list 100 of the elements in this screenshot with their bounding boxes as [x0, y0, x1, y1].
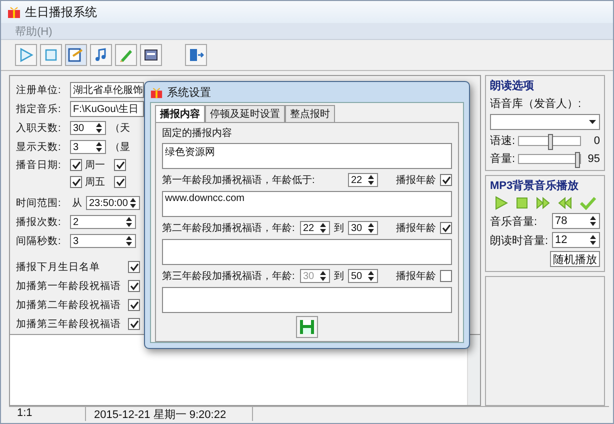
option-label: 加播第一年龄段祝福语 — [16, 280, 121, 293]
save-button[interactable] — [296, 316, 318, 338]
play-icon — [18, 47, 34, 63]
slider-label: 音量: — [490, 152, 516, 166]
option-label: 加播第三年龄段祝福语 — [16, 318, 121, 331]
from-label: 从 — [72, 196, 82, 210]
gift-icon — [7, 5, 21, 19]
card-icon — [143, 47, 159, 63]
spin-field[interactable]: 78 — [552, 213, 600, 229]
group-title: MP3背景音乐播放 — [490, 178, 580, 193]
stop-icon[interactable] — [516, 197, 528, 209]
spin-arrows-icon[interactable] — [125, 235, 133, 247]
text-area[interactable]: 绿色资源网 — [162, 143, 452, 169]
text-field[interactable]: F:\KuGou\生日 — [70, 101, 144, 117]
tab[interactable]: 停顿及延时设置 — [205, 105, 285, 122]
door-arrow-icon — [188, 47, 204, 63]
spin-field[interactable]: 22 — [300, 221, 330, 235]
spin-field[interactable]: 2 — [70, 215, 136, 229]
spin-field[interactable]: 50 — [348, 269, 378, 283]
spin-arrows-icon[interactable] — [367, 222, 375, 234]
spin-arrows-icon[interactable] — [589, 215, 597, 227]
group-title: 朗读选项 — [490, 78, 535, 93]
checkbox[interactable] — [440, 222, 452, 234]
field-label: 语音库（发音人）: — [490, 96, 582, 111]
slider-label: 语速: — [490, 134, 516, 148]
checkbox[interactable] — [70, 159, 82, 171]
spin-field[interactable]: 12 — [552, 232, 600, 248]
spin-arrows-icon[interactable] — [125, 216, 133, 228]
tab[interactable]: 整点报时 — [285, 105, 335, 122]
mode-dropdown[interactable]: 随机播放 — [550, 251, 600, 267]
checkbox-label: 播报年龄 — [396, 174, 436, 187]
spin-arrows-icon[interactable] — [589, 234, 597, 246]
field-label: 指定音乐: — [16, 102, 62, 116]
dialog-title: 系统设置 — [167, 86, 211, 100]
checkbox[interactable] — [440, 270, 452, 282]
stop-icon — [43, 47, 59, 63]
play-icon[interactable] — [494, 196, 508, 210]
section-label: 固定的播报内容 — [162, 126, 233, 140]
field-label: 显示天数: — [16, 141, 62, 154]
spin-arrows-icon[interactable] — [319, 222, 327, 234]
spin-field[interactable]: 30 — [70, 121, 106, 135]
field-label: 时间范围: — [16, 196, 62, 210]
rewind-icon[interactable] — [558, 196, 572, 210]
checkbox-label: 播报年龄 — [396, 270, 436, 283]
spin-field[interactable]: 3 — [70, 140, 106, 154]
checkbox[interactable] — [128, 261, 140, 273]
spin-field[interactable]: 3 — [70, 234, 136, 248]
gift-icon — [150, 86, 163, 98]
checkmark-icon[interactable] — [580, 196, 596, 210]
option-label: 播报下月生日名单 — [16, 260, 100, 274]
edit-button[interactable] — [65, 44, 87, 66]
card-button[interactable] — [140, 44, 162, 66]
checkbox[interactable] — [114, 159, 126, 171]
checkbox[interactable] — [70, 176, 82, 188]
hint-text: （显 — [110, 141, 130, 154]
field-label: 音乐音量: — [490, 214, 538, 228]
to-label: 到 — [334, 270, 344, 283]
music-note-icon — [93, 47, 109, 63]
stop-button[interactable] — [40, 44, 62, 66]
music-button[interactable] — [90, 44, 112, 66]
edit-icon — [68, 47, 84, 63]
field-label: 间隔秒数: — [16, 234, 62, 248]
spin-arrows-icon[interactable] — [95, 141, 103, 153]
spin-arrows-icon[interactable] — [367, 270, 375, 282]
slider-thumb[interactable] — [574, 152, 580, 168]
day-label: 周一 — [85, 159, 105, 172]
field-label: 第一年龄段加播祝福语，年龄低于: — [162, 174, 316, 187]
caret-icon — [589, 120, 596, 124]
exit-button[interactable] — [185, 44, 207, 66]
text-area[interactable] — [162, 239, 452, 265]
checkbox[interactable] — [128, 299, 140, 311]
field-label: 注册单位: — [16, 84, 62, 97]
time-field[interactable]: 23:50:00 — [86, 196, 140, 210]
scrollbar[interactable] — [467, 335, 480, 405]
checkbox-label: 播报年龄 — [396, 222, 436, 235]
slider-value: 0 — [592, 134, 600, 146]
field-label: 播音日期: — [16, 158, 62, 172]
pencil-icon — [118, 47, 134, 63]
spin-field[interactable]: 30 — [348, 221, 378, 235]
voice-dropdown[interactable] — [490, 114, 600, 130]
spin-field[interactable]: 22 — [348, 173, 378, 187]
checkbox[interactable] — [128, 318, 140, 330]
forward-icon[interactable] — [536, 196, 550, 210]
spin-arrows-icon[interactable] — [367, 174, 375, 186]
option-label: 加播第二年龄段祝福语 — [16, 298, 121, 312]
play-button[interactable] — [15, 44, 37, 66]
field-label: 第三年龄段加播祝福语，年龄: — [162, 270, 296, 283]
tab[interactable]: 播报内容 — [155, 105, 205, 122]
spin-arrows-icon[interactable] — [129, 197, 137, 209]
checkbox[interactable] — [114, 176, 126, 188]
spin-arrows-icon[interactable] — [95, 122, 103, 134]
field-label: 播报次数: — [16, 216, 62, 229]
slider-thumb[interactable] — [548, 134, 553, 150]
text-field[interactable]: 湖北省卓伦服饰 — [70, 82, 144, 98]
window-title: 生日播报系统 — [25, 4, 97, 20]
checkbox[interactable] — [440, 174, 452, 186]
text-area[interactable] — [162, 287, 452, 313]
field-label: 入职天数: — [16, 122, 62, 135]
text-area[interactable]: www.downcc.com — [162, 191, 452, 217]
checkbox[interactable] — [128, 280, 140, 292]
